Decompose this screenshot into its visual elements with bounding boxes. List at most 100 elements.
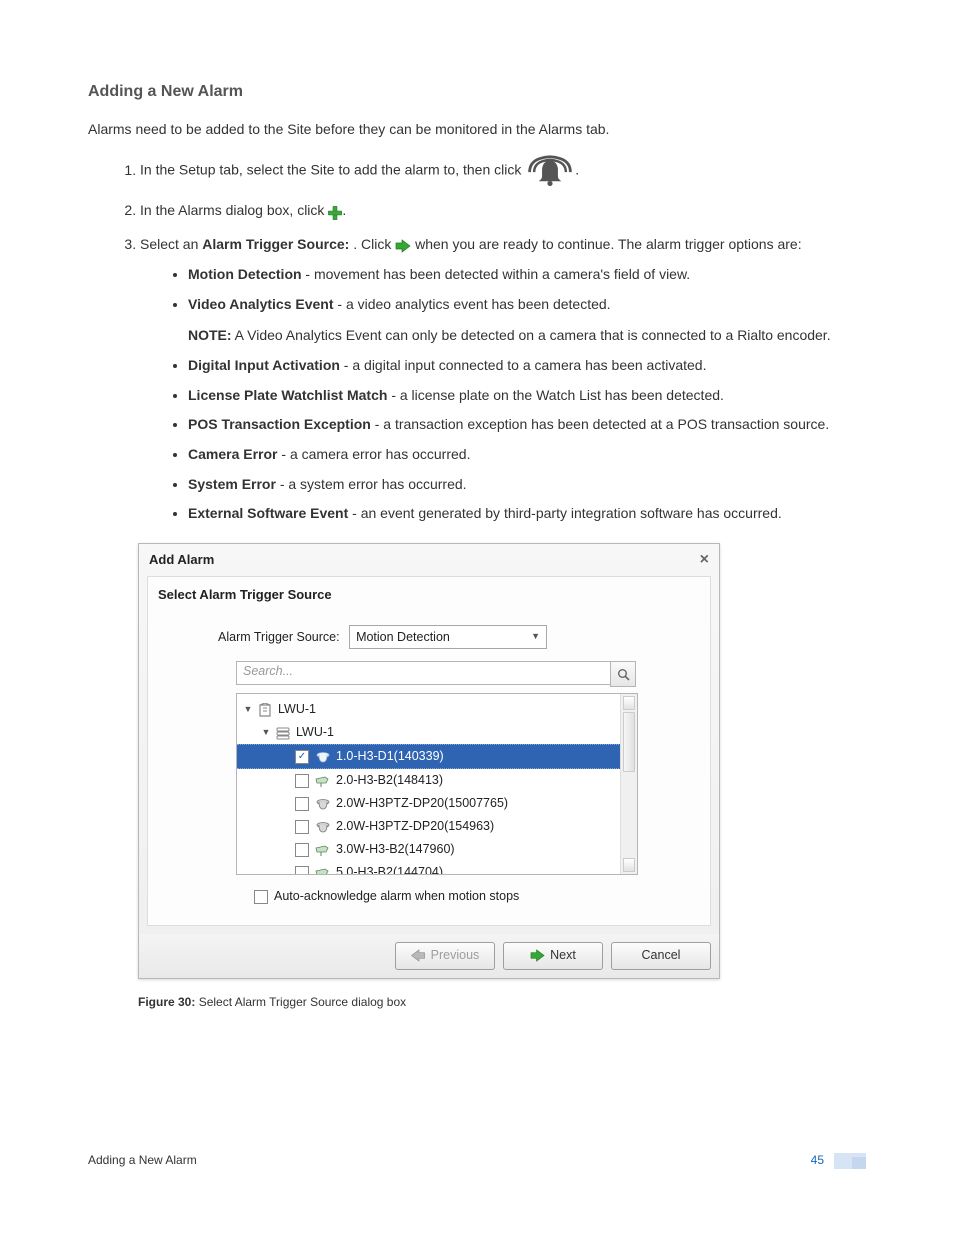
footer-section: Adding a New Alarm: [88, 1151, 197, 1170]
step-3-text-c: when you are ready to continue. The alar…: [411, 236, 801, 252]
page-decoration-icon: [834, 1153, 866, 1169]
intro-paragraph: Alarms need to be added to the Site befo…: [88, 119, 866, 141]
step-3-text-b: . Click: [353, 236, 395, 252]
trigger-item: License Plate Watchlist Match - a licens…: [188, 385, 866, 407]
trigger-name: Video Analytics Event: [188, 296, 334, 312]
camera-icon: [315, 774, 331, 788]
scrollbar[interactable]: [620, 694, 637, 874]
note-text: A Video Analytics Event can only be dete…: [232, 327, 831, 343]
combo-label: Alarm Trigger Source:: [218, 628, 340, 647]
step-3-bold: Alarm Trigger Source:: [202, 236, 353, 252]
tree-site-label: LWU-1: [278, 700, 316, 719]
step-2-text-b: .: [342, 202, 346, 218]
trigger-name: External Software Event: [188, 505, 348, 521]
search-button[interactable]: [610, 661, 636, 687]
step-3-text-a: Select an: [140, 236, 202, 252]
camera-icon: [315, 797, 331, 811]
trigger-desc: - a camera error has occurred.: [278, 446, 471, 462]
tree-camera-row[interactable]: 2.0W-H3PTZ-DP20(15007765): [237, 792, 637, 815]
next-arrow-icon: [530, 949, 545, 962]
camera-checkbox[interactable]: [295, 774, 309, 788]
camera-icon: [315, 843, 331, 857]
figure-label: Figure 30:: [138, 995, 195, 1009]
camera-checkbox[interactable]: [295, 797, 309, 811]
tree-server-row[interactable]: ▼ LWU-1: [237, 721, 637, 744]
step-3: Select an Alarm Trigger Source: . Click …: [140, 234, 866, 525]
step-2: In the Alarms dialog box, click .: [140, 200, 866, 222]
search-icon: [617, 668, 630, 681]
trigger-item: Digital Input Activation - a digital inp…: [188, 355, 866, 377]
server-icon: [275, 726, 291, 740]
note-label: NOTE:: [188, 327, 232, 343]
next-label: Next: [550, 946, 576, 965]
page-title: Adding a New Alarm: [88, 80, 866, 105]
combo-value: Motion Detection: [356, 628, 450, 647]
auto-ack-checkbox[interactable]: [254, 890, 268, 904]
camera-label: 2.0-H3-B2(148413): [336, 771, 443, 790]
dialog-title: Add Alarm: [149, 550, 214, 570]
alarm-bell-icon: [525, 154, 575, 188]
next-button[interactable]: Next: [503, 942, 603, 970]
camera-icon: [315, 750, 331, 764]
trigger-name: Digital Input Activation: [188, 357, 340, 373]
page-number: 45: [811, 1151, 824, 1170]
tree-camera-row[interactable]: 1.0-H3-D1(140339): [237, 744, 637, 769]
chevron-down-icon: ▼: [243, 703, 253, 717]
trigger-name: System Error: [188, 476, 276, 492]
camera-checkbox[interactable]: [295, 843, 309, 857]
trigger-name: Motion Detection: [188, 266, 302, 282]
trigger-source-combo[interactable]: Motion Detection ▼: [349, 625, 547, 649]
cancel-button[interactable]: Cancel: [611, 942, 711, 970]
camera-checkbox[interactable]: [295, 750, 309, 764]
previous-label: Previous: [431, 946, 480, 965]
camera-label: 2.0W-H3PTZ-DP20(154963): [336, 817, 494, 836]
camera-label: 1.0-H3-D1(140339): [336, 747, 444, 766]
add-alarm-dialog: Add Alarm × Select Alarm Trigger Source …: [138, 543, 720, 979]
camera-checkbox[interactable]: [295, 866, 309, 876]
trigger-desc: - an event generated by third-party inte…: [348, 505, 781, 521]
camera-icon: [315, 820, 331, 834]
tree-camera-row[interactable]: 5.0-H3-B2(144704): [237, 861, 637, 875]
trigger-desc: - a license plate on the Watch List has …: [387, 387, 723, 403]
dialog-subtitle: Select Alarm Trigger Source: [148, 577, 710, 607]
trigger-desc: - a video analytics event has been detec…: [334, 296, 611, 312]
trigger-desc: - a system error has occurred.: [276, 476, 467, 492]
trigger-item: POS Transaction Exception - a transactio…: [188, 414, 866, 436]
tree-camera-row[interactable]: 2.0W-H3PTZ-DP20(154963): [237, 815, 637, 838]
camera-label: 2.0W-H3PTZ-DP20(15007765): [336, 794, 508, 813]
site-icon: [257, 703, 273, 717]
figure-caption: Figure 30: Select Alarm Trigger Source d…: [138, 993, 866, 1012]
step-1: In the Setup tab, select the Site to add…: [140, 154, 866, 188]
tree-site-row[interactable]: ▼ LWU-1: [237, 698, 637, 721]
previous-button[interactable]: Previous: [395, 942, 495, 970]
trigger-item: System Error - a system error has occurr…: [188, 474, 866, 496]
cancel-label: Cancel: [642, 946, 681, 965]
close-icon[interactable]: ×: [700, 552, 709, 568]
trigger-item: Motion Detection - movement has been det…: [188, 264, 866, 286]
trigger-item: Camera Error - a camera error has occurr…: [188, 444, 866, 466]
camera-label: 5.0-H3-B2(144704): [336, 863, 443, 875]
trigger-desc: - a digital input connected to a camera …: [340, 357, 707, 373]
trigger-name: POS Transaction Exception: [188, 416, 371, 432]
camera-checkbox[interactable]: [295, 820, 309, 834]
next-arrow-icon: [395, 238, 411, 252]
trigger-name: Camera Error: [188, 446, 278, 462]
auto-ack-row[interactable]: Auto-acknowledge alarm when motion stops: [254, 887, 700, 906]
figure-text: Select Alarm Trigger Source dialog box: [195, 995, 406, 1009]
auto-ack-label: Auto-acknowledge alarm when motion stops: [274, 887, 519, 906]
chevron-down-icon: ▼: [531, 630, 540, 644]
camera-tree[interactable]: ▼ LWU-1 ▼ LWU-1 1.0-H3-D1(140339) 2.0-H3-…: [236, 693, 638, 875]
tree-camera-row[interactable]: 2.0-H3-B2(148413): [237, 769, 637, 792]
search-input[interactable]: Search...: [236, 661, 611, 685]
camera-label: 3.0W-H3-B2(147960): [336, 840, 455, 859]
trigger-item: External Software Event - an event gener…: [188, 503, 866, 525]
tree-server-label: LWU-1: [296, 723, 334, 742]
tree-camera-row[interactable]: 3.0W-H3-B2(147960): [237, 838, 637, 861]
step-1-text-b: .: [575, 162, 579, 178]
chevron-down-icon: ▼: [261, 726, 271, 740]
step-2-text-a: In the Alarms dialog box, click: [140, 202, 328, 218]
step-1-text-a: In the Setup tab, select the Site to add…: [140, 162, 525, 178]
trigger-desc: - a transaction exception has been detec…: [371, 416, 829, 432]
camera-icon: [315, 866, 331, 876]
trigger-item: Video Analytics Event - a video analytic…: [188, 294, 866, 347]
